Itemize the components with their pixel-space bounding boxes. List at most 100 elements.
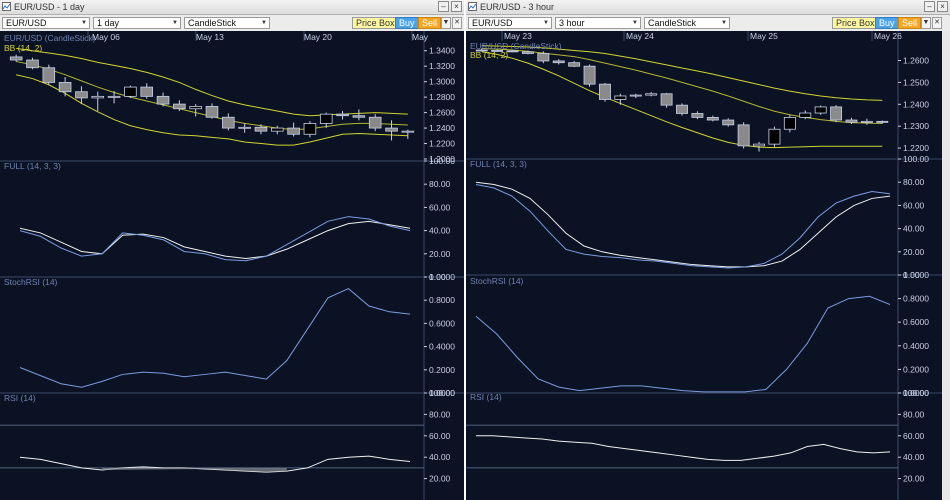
candle-body bbox=[205, 106, 219, 118]
chevron-down-icon: ▼ bbox=[543, 20, 549, 26]
interval-select[interactable]: 3 hour ▼ bbox=[555, 17, 641, 29]
chart-type-select[interactable]: CandleStick ▼ bbox=[184, 17, 270, 29]
candle-body bbox=[385, 127, 398, 132]
y-tick-label: 60.00 bbox=[429, 431, 451, 441]
chevron-down-icon: ▼ bbox=[632, 20, 638, 26]
y-tick-label: 1.3000 bbox=[429, 77, 455, 87]
price-box-button[interactable]: Price Box bbox=[352, 17, 399, 29]
window-titlebar[interactable]: EUR/USD - 3 hour – × bbox=[466, 0, 950, 15]
y-tick-label: 1.2400 bbox=[903, 99, 929, 109]
chevron-down-icon: ▼ bbox=[721, 20, 727, 26]
candle-body bbox=[336, 113, 349, 117]
close-button[interactable]: × bbox=[451, 1, 462, 12]
candle-body bbox=[107, 95, 121, 98]
candle-body bbox=[352, 115, 366, 118]
y-tick-label: 1.2300 bbox=[903, 121, 929, 131]
y-tick-label: 80.00 bbox=[429, 409, 451, 419]
candle-body bbox=[876, 120, 889, 123]
candle-body bbox=[140, 86, 153, 97]
candle-body bbox=[599, 83, 611, 100]
y-tick-label: 80.00 bbox=[903, 409, 925, 419]
candle-body bbox=[830, 106, 843, 121]
chart-toolbar: EUR/USD ▼ 3 hour ▼ CandleStick ▼ Price Box … bbox=[466, 15, 950, 32]
buy-button[interactable]: Buy bbox=[395, 17, 419, 29]
symbol-select[interactable]: EUR/USD ▼ bbox=[468, 17, 552, 29]
y-tick-label: 20.00 bbox=[903, 474, 925, 484]
y-tick-label: 100.00 bbox=[903, 154, 929, 164]
candle-body bbox=[629, 94, 642, 97]
full-pane-label: FULL (14, 3, 3) bbox=[470, 159, 527, 169]
window-title: EUR/USD - 3 hour bbox=[480, 2, 555, 12]
chart-type-select[interactable]: CandleStick ▼ bbox=[644, 17, 730, 29]
y-tick-label: 40.00 bbox=[429, 452, 451, 462]
y-tick-label: 0.2000 bbox=[903, 364, 929, 374]
y-tick-label: 1.0000 bbox=[429, 272, 455, 282]
y-tick-label: 0.8000 bbox=[429, 295, 455, 305]
pin-icon[interactable]: ✕ bbox=[452, 17, 462, 29]
candle-body bbox=[568, 62, 581, 67]
vertical-scrollbar[interactable] bbox=[942, 31, 950, 500]
candle-body bbox=[75, 91, 88, 99]
y-tick-label: 20.00 bbox=[429, 249, 451, 259]
window-title: EUR/USD - 1 day bbox=[14, 2, 85, 12]
candle-body bbox=[319, 113, 333, 124]
chart-canvas[interactable]: 1.3400 1.3200 1.3000 1.2800 1.2600 1.2400 1.22… bbox=[0, 31, 464, 500]
y-tick-label: 40.00 bbox=[903, 452, 925, 462]
symbol-select[interactable]: EUR/USD ▼ bbox=[2, 17, 90, 29]
sell-button[interactable]: Sell bbox=[418, 17, 442, 29]
close-button[interactable]: × bbox=[937, 1, 948, 12]
sell-button[interactable]: Sell bbox=[898, 17, 922, 29]
candle-body bbox=[552, 60, 565, 64]
window-titlebar[interactable]: EUR/USD - 1 day – × bbox=[0, 0, 464, 15]
candle-body bbox=[722, 119, 735, 126]
y-tick-label: 1.2600 bbox=[903, 56, 929, 66]
candle-body bbox=[303, 123, 317, 135]
y-tick-label: 100.00 bbox=[429, 388, 455, 398]
y-tick-label: 0.6000 bbox=[429, 318, 455, 328]
y-tick-label: 20.00 bbox=[429, 474, 451, 484]
candle-body bbox=[42, 67, 56, 83]
candle-body bbox=[583, 65, 596, 85]
chart-icon bbox=[2, 2, 11, 11]
candle-body bbox=[401, 130, 415, 133]
candle-body bbox=[271, 127, 284, 132]
candle-body bbox=[676, 104, 688, 114]
x-axis-label: May bbox=[412, 32, 429, 42]
candle-body bbox=[124, 86, 137, 97]
chart-type-value: CandleStick bbox=[648, 18, 697, 28]
candle-body bbox=[768, 128, 781, 145]
y-tick-label: 0.6000 bbox=[903, 317, 929, 327]
y-tick-label: 100.00 bbox=[429, 156, 455, 166]
candle-body bbox=[222, 116, 235, 129]
x-axis-label: May 13 bbox=[196, 32, 224, 42]
chart-canvas[interactable]: 1.26001.25001.24001.23001.2200100.0080.0… bbox=[466, 31, 942, 500]
y-tick-label: 80.00 bbox=[903, 177, 925, 187]
minimize-button[interactable]: – bbox=[438, 1, 449, 12]
x-axis-label: May 06 bbox=[92, 32, 120, 42]
price-box-button[interactable]: Price Box bbox=[832, 17, 879, 29]
candle-body bbox=[287, 127, 300, 135]
x-axis-label: May 24 bbox=[626, 31, 654, 41]
dropdown-menu-icon[interactable]: ▼ bbox=[441, 17, 451, 29]
dropdown-menu-icon[interactable]: ▼ bbox=[921, 17, 931, 29]
pin-icon[interactable]: ✕ bbox=[932, 17, 942, 29]
x-axis-label: May 25 bbox=[750, 31, 778, 41]
candle-body bbox=[691, 113, 704, 118]
stochrsi-pane-label: StochRSI (14) bbox=[470, 276, 524, 286]
interval-value: 1 day bbox=[97, 18, 120, 28]
y-tick-label: 1.0000 bbox=[903, 270, 929, 280]
candle-body bbox=[814, 106, 827, 114]
chevron-down-icon: ▼ bbox=[172, 20, 178, 26]
candle-body bbox=[521, 51, 534, 54]
y-tick-label: 0.2000 bbox=[429, 365, 455, 375]
buy-button[interactable]: Buy bbox=[875, 17, 899, 29]
minimize-button[interactable]: – bbox=[924, 1, 935, 12]
y-tick-label: 1.2200 bbox=[429, 139, 455, 149]
x-axis-label: May 23 bbox=[504, 31, 532, 41]
interval-select[interactable]: 1 day ▼ bbox=[93, 17, 181, 29]
bb-overlay-label: BB (14, 2) bbox=[470, 50, 508, 60]
x-axis-label: May 20 bbox=[304, 32, 332, 42]
chart-window-daily: EUR/USD - 1 day – × EUR/USD ▼ 1 day ▼ Cand… bbox=[0, 0, 464, 500]
candle-body bbox=[189, 106, 202, 110]
rsi-pane-label: RSI (14) bbox=[470, 392, 502, 402]
